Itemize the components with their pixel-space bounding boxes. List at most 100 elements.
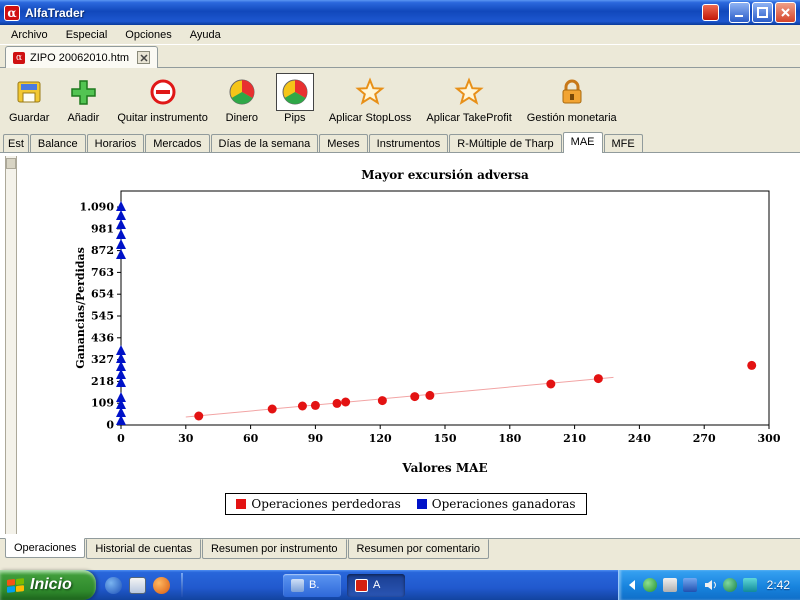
toolbar-label: Añadir [67,112,99,124]
tab-dias-de-la-semana[interactable]: Días de la semana [211,134,319,153]
close-button[interactable] [775,2,796,23]
tab-instrumentos[interactable]: Instrumentos [369,134,449,153]
tray-icon-1[interactable] [643,578,657,592]
menu-archivo[interactable]: Archivo [2,26,57,44]
takeprofit-star-icon [450,73,488,111]
tab-mae[interactable]: MAE [563,132,603,153]
taskbar-clock: 2:42 [767,578,790,592]
taskbar: Inicio B. A 2:42 [0,570,800,600]
document-icon: α [13,52,25,64]
quicklaunch-icon-2[interactable] [129,577,146,594]
toolbar-button-dinero[interactable]: Dinero [220,72,264,125]
toolbar-button-aplicar-stoploss[interactable]: Aplicar StopLoss [326,72,415,125]
svg-text:Ganancias/Perdidas: Ganancias/Perdidas [74,247,87,369]
quick-launch [96,570,179,600]
app-logo-icon: α [4,5,20,21]
maximize-icon [757,7,768,18]
svg-text:120: 120 [369,432,392,445]
tray-expand-icon[interactable] [629,580,635,590]
scrollbar-thumb[interactable] [6,158,16,169]
tab-meses[interactable]: Meses [319,134,367,153]
window-title: AlfaTrader [25,6,702,20]
svg-text:327: 327 [91,353,114,366]
start-label: Inicio [30,576,72,594]
tab-mercados[interactable]: Mercados [145,134,209,153]
task-label: A [373,579,380,591]
toolbar-button-anadir[interactable]: Añadir [61,72,105,125]
svg-text:270: 270 [693,432,716,445]
tray-icon-5[interactable] [723,578,737,592]
bottom-tab-historial-de-cuentas[interactable]: Historial de cuentas [86,539,201,559]
document-tab-label: ZIPO 20062010.htm [30,52,129,64]
left-panel-scrollbar[interactable] [5,156,17,534]
menu-opciones[interactable]: Opciones [116,26,180,44]
system-tray: 2:42 [618,570,800,600]
toolbar-button-aplicar-takeprofit[interactable]: Aplicar TakeProfit [423,72,514,125]
tray-icon-6[interactable] [743,578,757,592]
menu-especial[interactable]: Especial [57,26,117,44]
document-tab-close-button[interactable] [137,51,150,64]
svg-text:109: 109 [91,397,114,410]
minimize-button[interactable] [729,2,750,23]
chart-panel: Mayor excursión adversa Ganancias/Perdida… [0,152,800,538]
tab-est[interactable]: Est [3,134,29,153]
svg-text:60: 60 [243,432,259,445]
svg-text:654: 654 [91,288,114,301]
svg-text:Valores MAE: Valores MAE [401,461,487,475]
menubar: Archivo Especial Opciones Ayuda [0,25,800,45]
task-icon [355,579,368,592]
bottom-tab-resumen-por-comentario[interactable]: Resumen por comentario [348,539,490,559]
bottom-tab-bar: Operaciones Historial de cuentas Resumen… [0,538,800,559]
document-tab-bar: α ZIPO 20062010.htm [0,45,800,68]
mae-scatter-chart: Mayor excursión adversa Ganancias/Perdida… [28,163,784,539]
document-tab[interactable]: α ZIPO 20062010.htm [5,46,158,68]
toolbar-label: Guardar [9,112,49,124]
toolbar-button-quitar-instrumento[interactable]: Quitar instrumento [114,72,210,125]
save-icon [10,73,48,111]
task-label: B. [309,579,319,591]
bottom-tab-resumen-por-instrumento[interactable]: Resumen por instrumento [202,539,347,559]
volume-icon[interactable] [703,578,717,592]
chart-legend: Operaciones perdedoras Operaciones ganad… [225,493,586,515]
tab-mfe[interactable]: MFE [604,134,643,153]
svg-text:981: 981 [91,222,114,235]
toolbar-label: Pips [284,112,305,124]
svg-text:150: 150 [434,432,457,445]
toolbar-button-gestion-monetaria[interactable]: Gestión monetaria [524,72,620,125]
tray-icon-2[interactable] [663,578,677,592]
toolbar-label: Aplicar TakeProfit [426,112,511,124]
toolbar-label: Dinero [226,112,258,124]
legend-label: Operaciones ganadoras [432,497,576,511]
quicklaunch-icon-3[interactable] [153,577,170,594]
minimize-icon [734,7,745,18]
quicklaunch-icon-1[interactable] [105,577,122,594]
svg-text:545: 545 [91,310,114,323]
svg-text:872: 872 [91,244,114,257]
close-icon [780,7,791,18]
money-pie-icon [223,73,261,111]
start-button[interactable]: Inicio [0,570,96,600]
stoploss-star-icon [351,73,389,111]
tab-horarios[interactable]: Horarios [87,134,145,153]
taskbar-task-button-alfatrader[interactable]: A [347,574,405,597]
svg-text:210: 210 [563,432,586,445]
toolbar-button-pips[interactable]: Pips [273,72,317,125]
close-icon [140,54,148,62]
windows-logo-icon [7,578,24,593]
taskbar-task-button-b[interactable]: B. [283,574,341,597]
red-indicator-icon[interactable] [702,4,719,21]
svg-text:Mayor excursión adversa: Mayor excursión adversa [361,168,529,182]
legend-entry-ganadoras: Operaciones ganadoras [417,497,576,511]
tab-balance[interactable]: Balance [30,134,86,153]
maximize-button[interactable] [752,2,773,23]
tab-r-multiple-de-tharp[interactable]: R-Múltiple de Tharp [449,134,561,153]
tray-icon-3[interactable] [683,578,697,592]
legend-swatch-blue [417,499,427,509]
titlebar: α AlfaTrader [0,0,800,25]
menu-ayuda[interactable]: Ayuda [181,26,230,44]
toolbar-button-guardar[interactable]: Guardar [6,72,52,125]
legend-label: Operaciones perdedoras [251,497,400,511]
bottom-tab-operaciones[interactable]: Operaciones [5,538,85,558]
toolbar-label: Gestión monetaria [527,112,617,124]
svg-text:90: 90 [308,432,324,445]
